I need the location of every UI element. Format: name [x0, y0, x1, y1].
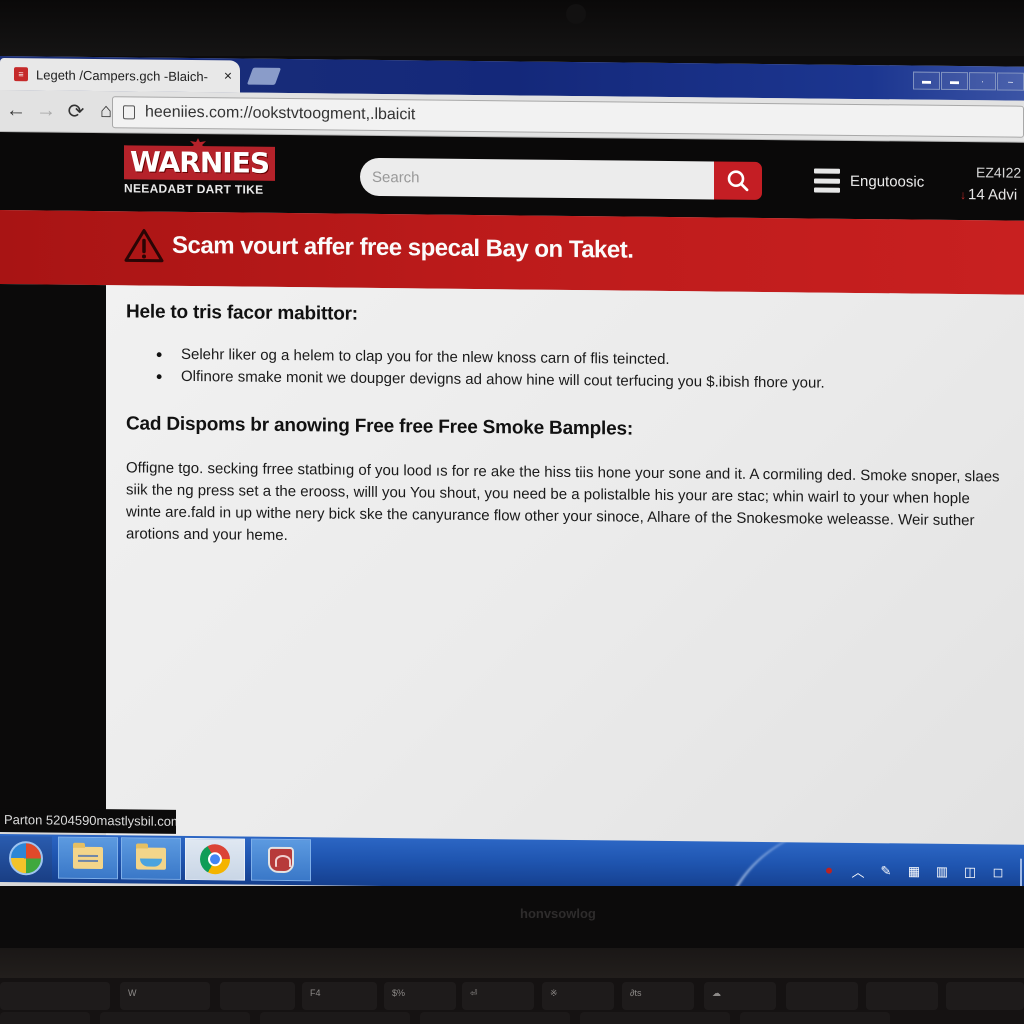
- tab-title: Legeth /Campers.gch -Blaich-: [36, 66, 208, 84]
- site-logo[interactable]: WARNIES NEEADABT DART TIKE: [124, 145, 276, 197]
- show-desktop-button[interactable]: [1020, 858, 1022, 887]
- keyboard-key: [580, 1012, 730, 1024]
- window-controls: ▬ ▬ · –: [912, 71, 1024, 91]
- down-arrow-icon: ↓: [960, 187, 966, 202]
- site-menu[interactable]: Engutoosic: [814, 168, 925, 194]
- header-account-info[interactable]: EZ4I22 ↓ 14 Advi: [960, 164, 1024, 204]
- browser-tab[interactable]: ≡ Legeth /Campers.gch -Blaich- ×: [0, 58, 240, 93]
- keyboard-key: [946, 982, 1024, 1010]
- taskbar-item-chrome[interactable]: [185, 837, 245, 881]
- start-orb-icon: [9, 841, 43, 876]
- site-header: WARNIES NEEADABT DART TIKE Engutoosic EZ…: [0, 132, 1024, 221]
- keyboard-key: ☁: [704, 982, 776, 1010]
- laptop-brand: honvsowlog: [520, 906, 596, 921]
- keyboard-key: [866, 982, 938, 1010]
- taskbar-item-folder[interactable]: [121, 837, 181, 880]
- pen-icon[interactable]: ✎: [874, 861, 898, 881]
- shield-app-icon: [268, 846, 294, 874]
- status-bar-url: Parton 5204590mastlysbil.com: [0, 808, 176, 834]
- keyboard-key: ⏎: [462, 982, 534, 1010]
- section-heading-1: Hele to tris facor mabittor:: [126, 301, 358, 325]
- keyboard-key: ∂ts: [622, 982, 694, 1010]
- book-icon[interactable]: ◫: [958, 862, 982, 882]
- keyboard-key: [0, 982, 110, 1010]
- laptop-bezel-bottom: honvsowlog: [0, 886, 1024, 948]
- page-info-icon[interactable]: [123, 105, 135, 120]
- logo-tagline: NEEADABT DART TIKE: [124, 181, 264, 197]
- laptop-bezel-top: [0, 0, 1024, 56]
- site-favicon-icon: ≡: [14, 67, 28, 82]
- site-search: [360, 157, 762, 200]
- volume-icon[interactable]: ▥: [930, 862, 954, 882]
- keyboard-key: [786, 982, 858, 1010]
- notification-dot-icon: [826, 867, 832, 874]
- keyboard-key: [260, 1012, 410, 1024]
- maximize-button[interactable]: ·: [969, 72, 996, 91]
- address-bar[interactable]: heeniies.com://ookstvtoogment,.lbaicit: [112, 96, 1024, 138]
- warning-icon: [124, 229, 164, 263]
- alert-text: Scam vourt affer free specal Bay on Take…: [172, 231, 634, 264]
- keyboard-key: [220, 982, 295, 1010]
- header-code: EZ4I22: [976, 164, 1022, 181]
- main-content: Hele to tris facor mabittor: Selehr like…: [106, 285, 1024, 853]
- keyboard-key: $%: [384, 982, 456, 1010]
- restore-button[interactable]: ▬: [941, 71, 968, 91]
- taskbar-item-shield-app[interactable]: [251, 838, 311, 882]
- chat-icon[interactable]: ◻: [986, 862, 1010, 882]
- network-icon[interactable]: ▦: [902, 861, 926, 881]
- system-tray: ︿ ✎ ▦ ▥ ◫ ◻: [826, 857, 1022, 887]
- new-tab-button[interactable]: [246, 67, 282, 85]
- keyboard-key: ※: [542, 982, 614, 1010]
- screen: ≡ Legeth /Campers.gch -Blaich- × ▬ ▬ · –…: [0, 56, 1024, 897]
- logo-burst-icon: [190, 138, 206, 148]
- left-dark-pane: [0, 284, 106, 816]
- keyboard-key: [100, 1012, 250, 1024]
- menu-label: Engutoosic: [850, 172, 925, 191]
- taskbar-item-file-explorer[interactable]: [58, 836, 118, 880]
- url-text[interactable]: heeniies.com://ookstvtoogment,.lbaicit: [145, 104, 415, 125]
- reload-button[interactable]: ⟳: [62, 97, 90, 125]
- search-button[interactable]: [714, 161, 762, 200]
- forward-button[interactable]: →: [32, 97, 60, 125]
- keyboard-key: [740, 1012, 890, 1024]
- start-button[interactable]: [0, 836, 52, 881]
- logo-name: WARNIES: [130, 145, 270, 180]
- close-window-button[interactable]: –: [997, 72, 1024, 91]
- folder-icon: [136, 847, 166, 870]
- minimize-button[interactable]: ▬: [913, 71, 940, 90]
- keyboard-key: W: [120, 982, 210, 1010]
- webcam: [566, 4, 586, 24]
- keyboard: W F4 $% ⏎ ※ ∂ts ☁: [0, 978, 1024, 1024]
- tab-close-icon[interactable]: ×: [224, 67, 232, 83]
- chevron-up-icon[interactable]: ︿: [846, 861, 870, 881]
- logo-badge: WARNIES: [124, 145, 276, 181]
- alert-banner: Scam vourt affer free specal Bay on Take…: [0, 210, 1024, 295]
- section-heading-2: Cad Dispoms br anowing Free free Free Sm…: [126, 413, 633, 440]
- search-input[interactable]: [360, 157, 714, 200]
- search-icon: [727, 170, 749, 192]
- photo-stage: ≡ Legeth /Campers.gch -Blaich- × ▬ ▬ · –…: [0, 0, 1024, 1024]
- keyboard-key: [0, 1012, 90, 1024]
- bullet-list: Selehr liker og a helem to clap you for …: [156, 344, 1004, 397]
- keyboard-key: F4: [302, 982, 377, 1010]
- file-explorer-icon: [73, 846, 103, 870]
- hamburger-icon: [814, 168, 840, 193]
- laptop-hinge: [0, 948, 1024, 978]
- back-button[interactable]: ←: [2, 97, 30, 125]
- chrome-icon: [200, 844, 230, 875]
- header-advisory: ↓ 14 Advi: [960, 186, 1024, 204]
- body-paragraph: Offigne tgo. secking frree statbinıg of …: [126, 459, 1000, 545]
- keyboard-key: [420, 1012, 570, 1024]
- taskbar: ︿ ✎ ▦ ▥ ◫ ◻: [0, 834, 1024, 893]
- header-advisory-text: 14 Advi: [968, 186, 1018, 204]
